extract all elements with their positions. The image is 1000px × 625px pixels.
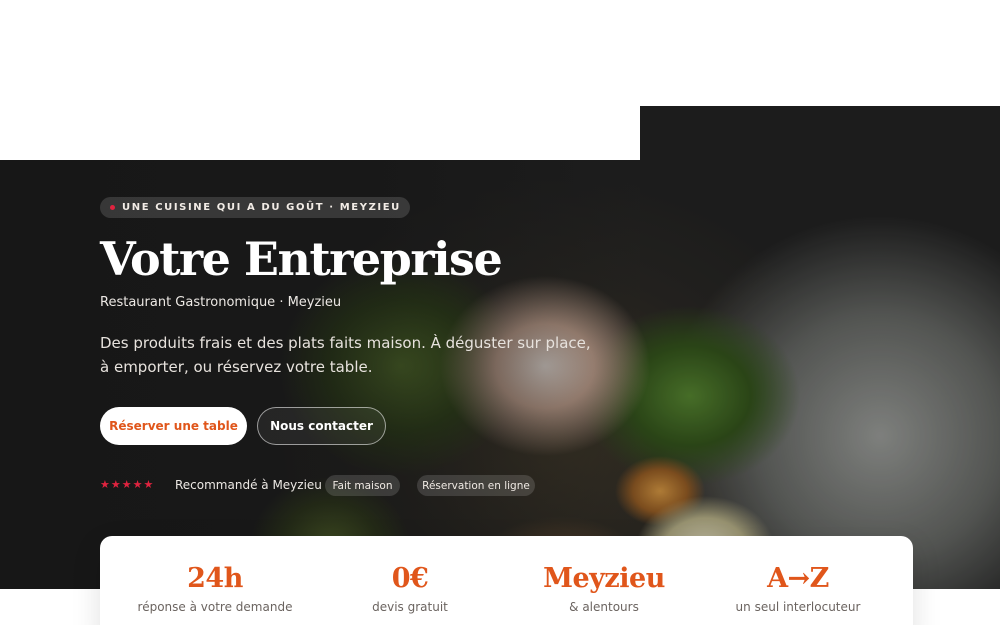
stat-value: 0€ [391, 563, 429, 594]
hero-title: Votre Entreprise [100, 232, 503, 286]
top-white-space [640, 0, 1000, 106]
stat-response-time: 24h réponse à votre demande [115, 563, 315, 614]
stat-label: réponse à votre demande [137, 600, 293, 614]
eyebrow-text: UNE CUISINE QUI A DU GOÛT · MEYZIEU [122, 202, 401, 213]
chip-fait-maison: Fait maison [325, 475, 400, 496]
stat-value: Meyzieu [543, 563, 665, 594]
rating-stars-icon: ★★★★★ [100, 478, 155, 491]
hero-eyebrow-badge: UNE CUISINE QUI A DU GOÛT · MEYZIEU [100, 197, 410, 218]
stat-value: A→Z [767, 563, 829, 594]
hero-description: Des produits frais et des plats faits ma… [100, 334, 591, 376]
hero-image-shade [640, 106, 1000, 589]
hero-subtitle: Restaurant Gastronomique · Meyzieu [100, 295, 342, 310]
stat-label: un seul interlocuteur [735, 600, 861, 614]
reserve-table-button[interactable]: Réserver une table [100, 407, 247, 445]
contact-us-button[interactable]: Nous contacter [257, 407, 386, 445]
stat-label: & alentours [569, 600, 639, 614]
recommendation-text: Recommandé à Meyzieu [175, 478, 322, 492]
stat-free-quote: 0€ devis gratuit [310, 563, 510, 614]
stat-single-contact: A→Z un seul interlocuteur [698, 563, 898, 614]
chip-reservation-en-ligne: Réservation en ligne [417, 475, 535, 496]
stat-location: Meyzieu & alentours [504, 563, 704, 614]
red-dot-icon [110, 205, 115, 210]
header-white-space [0, 0, 640, 160]
stat-label: devis gratuit [372, 600, 448, 614]
stat-value: 24h [187, 563, 243, 594]
